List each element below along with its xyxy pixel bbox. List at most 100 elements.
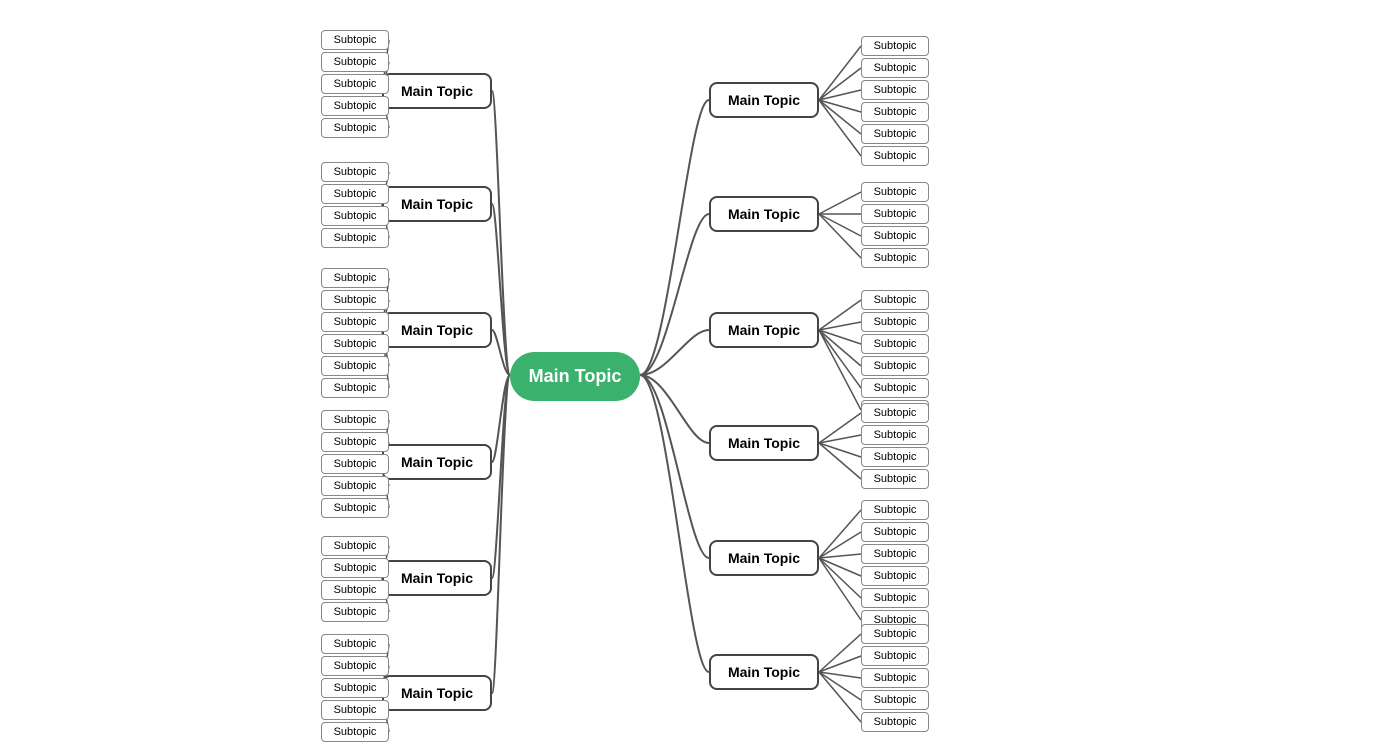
subtopic-line <box>819 558 861 620</box>
subtopic-R6-2[interactable]: Subtopic <box>861 668 929 688</box>
subtopic-line <box>819 510 861 558</box>
branch-curve <box>640 375 709 672</box>
subtopic-line <box>819 322 861 330</box>
subtopic-R2-3[interactable]: Subtopic <box>861 248 929 268</box>
subtopic-line <box>819 656 861 672</box>
subtopic-L1-3[interactable]: Subtopic <box>321 96 389 116</box>
subtopic-L6-1[interactable]: Subtopic <box>321 656 389 676</box>
subtopic-L3-2[interactable]: Subtopic <box>321 312 389 332</box>
subtopic-line <box>819 90 861 100</box>
subtopic-line <box>819 214 861 236</box>
subtopic-line <box>819 532 861 558</box>
subtopic-R1-1[interactable]: Subtopic <box>861 58 929 78</box>
subtopic-line <box>819 443 861 457</box>
subtopic-R3-2[interactable]: Subtopic <box>861 334 929 354</box>
subtopic-R5-1[interactable]: Subtopic <box>861 522 929 542</box>
connection-lines <box>0 0 1373 750</box>
main-topic-node-L5[interactable]: Main Topic <box>382 560 492 596</box>
subtopic-L6-2[interactable]: Subtopic <box>321 678 389 698</box>
subtopic-L2-2[interactable]: Subtopic <box>321 206 389 226</box>
main-topic-node-L4[interactable]: Main Topic <box>382 444 492 480</box>
subtopic-L1-1[interactable]: Subtopic <box>321 52 389 72</box>
subtopic-line <box>819 100 861 134</box>
subtopic-R6-3[interactable]: Subtopic <box>861 690 929 710</box>
subtopic-R2-1[interactable]: Subtopic <box>861 204 929 224</box>
subtopic-R6-4[interactable]: Subtopic <box>861 712 929 732</box>
subtopic-R1-5[interactable]: Subtopic <box>861 146 929 166</box>
subtopic-L6-0[interactable]: Subtopic <box>321 634 389 654</box>
subtopic-R1-2[interactable]: Subtopic <box>861 80 929 100</box>
subtopic-L4-0[interactable]: Subtopic <box>321 410 389 430</box>
branch-curve <box>640 100 709 375</box>
subtopic-L1-2[interactable]: Subtopic <box>321 74 389 94</box>
subtopic-L5-2[interactable]: Subtopic <box>321 580 389 600</box>
branch-curve <box>492 375 510 693</box>
subtopic-L4-4[interactable]: Subtopic <box>321 498 389 518</box>
subtopic-line <box>819 554 861 558</box>
subtopic-R5-3[interactable]: Subtopic <box>861 566 929 586</box>
subtopic-line <box>819 100 861 112</box>
subtopic-R6-0[interactable]: Subtopic <box>861 624 929 644</box>
subtopic-L4-3[interactable]: Subtopic <box>321 476 389 496</box>
subtopic-line <box>819 214 861 258</box>
main-topic-node-R1[interactable]: Main Topic <box>709 82 819 118</box>
subtopic-L2-0[interactable]: Subtopic <box>321 162 389 182</box>
subtopic-R5-4[interactable]: Subtopic <box>861 588 929 608</box>
subtopic-L3-5[interactable]: Subtopic <box>321 378 389 398</box>
subtopic-R4-2[interactable]: Subtopic <box>861 447 929 467</box>
subtopic-R3-3[interactable]: Subtopic <box>861 356 929 376</box>
main-topic-node-L6[interactable]: Main Topic <box>382 675 492 711</box>
subtopic-R3-4[interactable]: Subtopic <box>861 378 929 398</box>
subtopic-line <box>819 46 861 100</box>
main-topic-node-L2[interactable]: Main Topic <box>382 186 492 222</box>
subtopic-L2-3[interactable]: Subtopic <box>321 228 389 248</box>
main-topic-node-R6[interactable]: Main Topic <box>709 654 819 690</box>
subtopic-R4-1[interactable]: Subtopic <box>861 425 929 445</box>
subtopic-L6-4[interactable]: Subtopic <box>321 722 389 742</box>
subtopic-L6-3[interactable]: Subtopic <box>321 700 389 720</box>
main-topic-node-R5[interactable]: Main Topic <box>709 540 819 576</box>
branch-curve <box>492 204 510 375</box>
branch-curve <box>492 375 510 578</box>
subtopic-L4-2[interactable]: Subtopic <box>321 454 389 474</box>
main-topic-node-R2[interactable]: Main Topic <box>709 196 819 232</box>
subtopic-R5-2[interactable]: Subtopic <box>861 544 929 564</box>
subtopic-line <box>819 330 861 388</box>
subtopic-R1-4[interactable]: Subtopic <box>861 124 929 144</box>
branch-curve <box>640 214 709 375</box>
subtopic-R1-3[interactable]: Subtopic <box>861 102 929 122</box>
subtopic-L5-0[interactable]: Subtopic <box>321 536 389 556</box>
subtopic-L3-1[interactable]: Subtopic <box>321 290 389 310</box>
main-topic-node-L3[interactable]: Main Topic <box>382 312 492 348</box>
subtopic-R6-1[interactable]: Subtopic <box>861 646 929 666</box>
subtopic-R5-0[interactable]: Subtopic <box>861 500 929 520</box>
subtopic-R1-0[interactable]: Subtopic <box>861 36 929 56</box>
subtopic-R2-2[interactable]: Subtopic <box>861 226 929 246</box>
main-topic-node-R4[interactable]: Main Topic <box>709 425 819 461</box>
subtopic-L3-4[interactable]: Subtopic <box>321 356 389 376</box>
subtopic-R3-1[interactable]: Subtopic <box>861 312 929 332</box>
subtopic-line <box>819 672 861 678</box>
subtopic-R2-0[interactable]: Subtopic <box>861 182 929 202</box>
subtopic-R3-0[interactable]: Subtopic <box>861 290 929 310</box>
subtopic-L3-0[interactable]: Subtopic <box>321 268 389 288</box>
branch-curve <box>640 375 709 443</box>
subtopic-L2-1[interactable]: Subtopic <box>321 184 389 204</box>
subtopic-line <box>819 558 861 576</box>
center-node[interactable]: Main Topic <box>510 352 640 401</box>
branch-curve <box>492 375 510 462</box>
subtopic-L1-4[interactable]: Subtopic <box>321 118 389 138</box>
subtopic-L5-1[interactable]: Subtopic <box>321 558 389 578</box>
subtopic-L4-1[interactable]: Subtopic <box>321 432 389 452</box>
subtopic-L1-0[interactable]: Subtopic <box>321 30 389 50</box>
subtopic-R4-0[interactable]: Subtopic <box>861 403 929 423</box>
branch-curve <box>492 330 510 375</box>
subtopic-line <box>819 330 861 344</box>
subtopic-R4-3[interactable]: Subtopic <box>861 469 929 489</box>
subtopic-L3-3[interactable]: Subtopic <box>321 334 389 354</box>
subtopic-line <box>819 672 861 722</box>
main-topic-node-R3[interactable]: Main Topic <box>709 312 819 348</box>
subtopic-line <box>819 435 861 443</box>
subtopic-L5-3[interactable]: Subtopic <box>321 602 389 622</box>
main-topic-node-L1[interactable]: Main Topic <box>382 73 492 109</box>
